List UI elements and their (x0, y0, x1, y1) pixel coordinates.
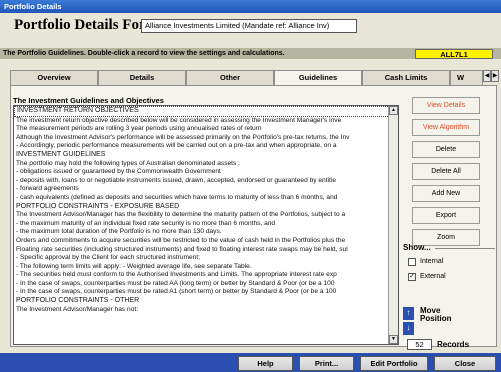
internal-label: Internal (420, 258, 444, 265)
list-item[interactable]: - Specific approval by the Client for ea… (14, 254, 390, 263)
help-button[interactable]: Help (238, 356, 293, 371)
list-item[interactable]: - forward agreements (14, 185, 390, 194)
move-up-icon[interactable]: ↑ (403, 307, 414, 320)
list-item[interactable]: INVESTMENT GUIDELINES (14, 151, 390, 160)
list-item[interactable]: Floating rate securities (including stru… (14, 246, 390, 255)
tab-cash-limits[interactable]: Cash Limits (362, 70, 450, 85)
print-button[interactable]: Print... (299, 356, 354, 371)
list-item[interactable]: The portfolio may hold the following typ… (14, 160, 390, 169)
list-item[interactable]: - cash equivalents (defined as deposits … (14, 194, 390, 203)
list-item[interactable]: PORTFOLIO CONSTRAINTS - OTHER (14, 297, 390, 306)
records-count: 52 (407, 339, 432, 350)
portfolio-details-window: Portfolio Details Portfolio Details For:… (0, 0, 501, 372)
edit-portfolio-button[interactable]: Edit Portfolio (360, 356, 428, 371)
internal-checkbox[interactable] (408, 258, 416, 266)
guidelines-list[interactable]: INVESTMENT RETURN OBJECTIVES The investm… (13, 105, 399, 345)
tab-scroll-left-icon[interactable]: ◀ (483, 70, 491, 82)
view-details-button[interactable]: View Details (412, 97, 480, 114)
close-button[interactable]: Close (434, 356, 496, 371)
client-field[interactable]: Alliance Investments Limited (Mandate re… (141, 19, 357, 33)
list-item[interactable]: The investment return objective describe… (14, 117, 390, 126)
page-title: Portfolio Details For: (14, 17, 151, 33)
list-item[interactable]: The Investment Advisor/Manager has the f… (14, 211, 390, 220)
move-down-icon[interactable]: ↓ (403, 322, 414, 335)
list-item[interactable]: - deposits with, loans to or negotiable … (14, 177, 390, 186)
footer-bar: Help Print... Edit Portfolio Close (0, 353, 501, 372)
list-item[interactable]: Although the Investment Advisor's perfor… (14, 134, 390, 143)
header: Portfolio Details For: Alliance Investme… (0, 13, 501, 59)
scroll-up-icon[interactable]: ▲ (389, 106, 398, 115)
delete-all-button[interactable]: Delete All (412, 163, 480, 180)
list-item[interactable]: - Accordingly, periodic performance meas… (14, 142, 390, 151)
move-position-label: Move Position (420, 307, 452, 323)
view-algorithm-button[interactable]: View Algorithm (412, 119, 480, 136)
add-new-button[interactable]: Add New (412, 185, 480, 202)
tab-w[interactable]: W (450, 70, 483, 85)
external-checkbox[interactable]: ✓ (408, 273, 416, 281)
list-item[interactable]: The Investment Advisor/Manager has not: (14, 306, 390, 315)
list-item[interactable]: - The securities held must conform to th… (14, 271, 390, 280)
list-item[interactable]: PORTFOLIO CONSTRAINTS - EXPOSURE BASED (14, 203, 390, 212)
external-label: External (420, 273, 446, 280)
show-divider (435, 248, 495, 249)
tab-overview[interactable]: Overview (10, 70, 98, 85)
list-item[interactable]: INVESTMENT RETURN OBJECTIVES (14, 106, 390, 117)
tab-other[interactable]: Other (186, 70, 274, 85)
list-item[interactable]: - the maximum maturity of an individual … (14, 220, 390, 229)
list-item[interactable]: - The following term limits will apply: … (14, 263, 390, 272)
instruction-text: The Portfolio Guidelines. Double-click a… (3, 50, 285, 57)
list-item[interactable]: - In the case of swaps, counterparties m… (14, 288, 390, 297)
instruction-bar: The Portfolio Guidelines. Double-click a… (0, 48, 501, 59)
panel-heading: The Investment Guidelines and Objectives (13, 96, 164, 105)
window-title: Portfolio Details (0, 0, 501, 13)
list-lines: INVESTMENT RETURN OBJECTIVES The investm… (14, 106, 390, 314)
scroll-down-icon[interactable]: ▼ (389, 335, 398, 344)
list-item[interactable]: - In the case of swaps, counterparties m… (14, 280, 390, 289)
tab-details[interactable]: Details (98, 70, 186, 85)
list-item[interactable]: - the maximum total duration of the Port… (14, 228, 390, 237)
list-item[interactable]: The measurement periods are rolling 3 ye… (14, 125, 390, 134)
export-button[interactable]: Export (412, 207, 480, 224)
list-item[interactable]: Orders and commitments to acquire securi… (14, 237, 390, 246)
tab-scroll-arrows: ◀ ▶ (483, 70, 499, 82)
records-label: Records (437, 340, 470, 349)
show-group-label: Show... (403, 243, 431, 252)
list-scrollbar[interactable]: ▲ ▼ (388, 106, 398, 344)
tab-guidelines[interactable]: Guidelines (274, 70, 362, 86)
list-item[interactable]: - obligations issued or guaranteed by th… (14, 168, 390, 177)
portfolio-code-field[interactable]: ALL7L1 (415, 49, 493, 59)
position-label: Position (420, 314, 452, 323)
tab-scroll-right-icon[interactable]: ▶ (491, 70, 499, 82)
delete-button[interactable]: Delete (412, 141, 480, 158)
